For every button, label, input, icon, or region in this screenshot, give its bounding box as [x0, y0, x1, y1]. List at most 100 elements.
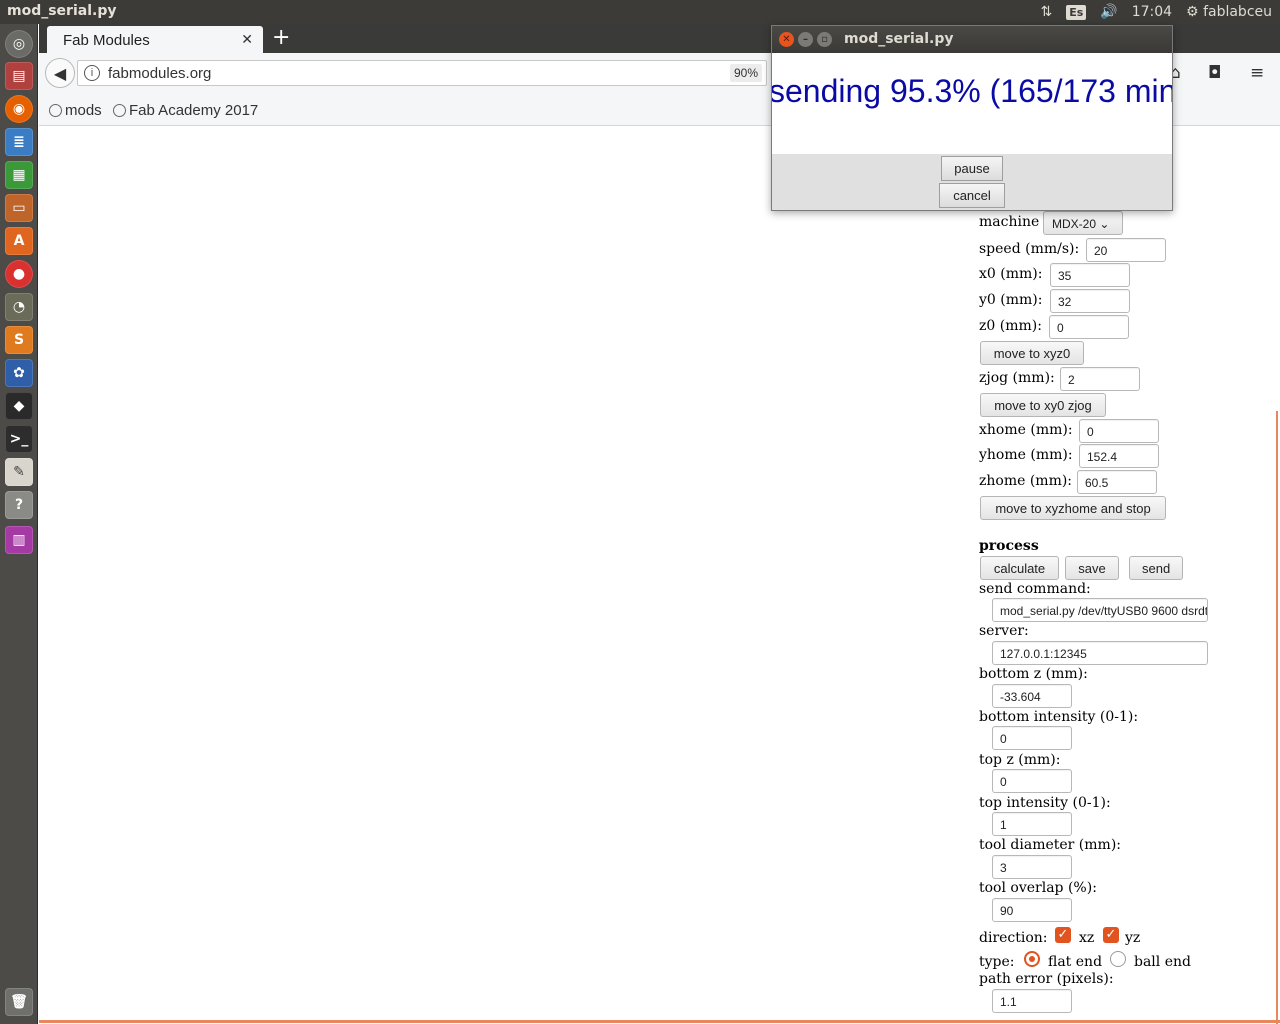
tool-diameter-input[interactable]: 3 — [992, 855, 1072, 879]
tab-title: Fab Modules — [63, 32, 150, 49]
new-tab-icon[interactable]: + — [272, 26, 290, 50]
top-intensity-input[interactable]: 1 — [992, 812, 1072, 836]
bottom-z-input[interactable]: -33.604 — [992, 684, 1072, 708]
writer-icon[interactable]: ≣ — [5, 128, 33, 156]
dash-home-icon[interactable]: ◎ — [5, 30, 33, 58]
url-text: fabmodules.org — [108, 65, 212, 82]
move-to-xyz0-button[interactable]: move to xyz0 — [980, 341, 1084, 365]
xhome-label: xhome (mm): — [979, 422, 1073, 438]
zhome-label: zhome (mm): — [979, 473, 1073, 489]
site-info-icon[interactable]: i — [84, 65, 100, 81]
machine-label: machine — [979, 214, 1040, 230]
calculate-button[interactable]: calculate — [980, 556, 1059, 580]
user-menu[interactable]: ⚙ fablabceu — [1186, 4, 1272, 20]
pause-button[interactable]: pause — [941, 156, 1003, 181]
scrollbar[interactable] — [1276, 411, 1278, 1024]
tool-diameter-label: tool diameter (mm): — [979, 837, 1122, 853]
back-arrow-icon[interactable]: ◀ — [45, 58, 75, 88]
active-app-title: mod_serial.py — [7, 3, 117, 19]
dialog-title: mod_serial.py — [844, 31, 954, 47]
volume-icon[interactable]: 🔊 — [1100, 4, 1117, 20]
firefox-icon[interactable]: ◉ — [5, 95, 33, 123]
settings-icon[interactable]: ✿ — [5, 359, 33, 387]
direction-yz-checkbox[interactable]: ✓ — [1103, 927, 1119, 943]
terminal-icon[interactable]: >_ — [5, 425, 33, 453]
path-error-label: path error (pixels): — [979, 971, 1114, 987]
close-tab-icon[interactable]: ✕ — [241, 31, 253, 48]
y0-label: y0 (mm): — [979, 292, 1043, 308]
bookmark-fab-academy[interactable]: Fab Academy 2017 — [113, 102, 258, 119]
tool-overlap-input[interactable]: 90 — [992, 898, 1072, 922]
zoom-indicator[interactable]: 90% — [729, 64, 762, 82]
send-button[interactable]: send — [1129, 556, 1183, 580]
tool-overlap-label: tool overlap (%): — [979, 880, 1097, 896]
gimp-icon[interactable]: ◔ — [5, 293, 33, 321]
direction-xz-label: xz — [1079, 930, 1095, 946]
inkscape-icon[interactable]: ◆ — [5, 392, 33, 420]
file-manager-icon[interactable]: ▤ — [5, 62, 33, 90]
workspace-switcher-icon[interactable]: ▥ — [5, 526, 33, 554]
software-center-icon[interactable]: A — [5, 227, 33, 255]
yhome-label: yhome (mm): — [979, 447, 1073, 463]
speed-label: speed (mm/s): — [979, 241, 1080, 257]
top-z-input[interactable]: 0 — [992, 769, 1072, 793]
impress-icon[interactable]: ▭ — [5, 194, 33, 222]
type-flat-end-radio[interactable] — [1024, 951, 1040, 967]
type-ball-end-radio[interactable] — [1110, 951, 1126, 967]
text-editor-icon[interactable]: ✎ — [5, 458, 33, 486]
direction-yz-label: yz — [1125, 930, 1141, 946]
type-label: type: — [979, 954, 1015, 970]
dialog-titlebar[interactable]: ✕ – ▫ mod_serial.py — [772, 26, 1172, 53]
top-z-label: top z (mm): — [979, 752, 1061, 768]
trash-icon[interactable]: 🗑 — [5, 988, 33, 1016]
sublime-icon[interactable]: S — [5, 326, 33, 354]
help-icon[interactable]: ? — [5, 491, 33, 519]
yhome-input[interactable]: 152.4 — [1079, 444, 1159, 468]
move-to-xy0-zjog-button[interactable]: move to xy0 zjog — [980, 393, 1106, 417]
page-content: machine MDX-20 ⌄ speed (mm/s): 20 x0 (mm… — [39, 127, 1280, 1024]
bookmark-mods[interactable]: mods — [49, 102, 102, 119]
cancel-button[interactable]: cancel — [939, 183, 1005, 208]
process-heading: process — [979, 538, 1039, 554]
tab-fab-modules[interactable]: Fab Modules ✕ — [47, 26, 263, 53]
bottom-intensity-label: bottom intensity (0-1): — [979, 709, 1139, 725]
zjog-input[interactable]: 2 — [1060, 367, 1140, 391]
keyboard-layout-indicator[interactable]: Es — [1066, 4, 1087, 20]
direction-label: direction: — [979, 930, 1048, 946]
top-intensity-label: top intensity (0-1): — [979, 795, 1111, 811]
y0-input[interactable]: 32 — [1050, 289, 1130, 313]
minimize-icon[interactable]: – — [798, 32, 813, 47]
machine-select[interactable]: MDX-20 ⌄ — [1043, 211, 1123, 235]
server-input[interactable]: 127.0.0.1:12345 — [992, 641, 1208, 665]
dialog-message-area: sending 95.3% (165/173 min) — [772, 53, 1172, 154]
bottom-intensity-input[interactable]: 0 — [992, 726, 1072, 750]
unity-launcher: ◎ ▤ ◉ ≣ ▦ ▭ A ● ◔ S ✿ ◆ >_ ✎ ? ▥ 🗑 — [0, 24, 38, 1024]
path-error-input[interactable]: 1.1 — [992, 989, 1072, 1013]
browser-red-icon[interactable]: ● — [5, 260, 33, 288]
url-bar[interactable]: i fabmodules.org 90% — [77, 60, 767, 86]
x0-input[interactable]: 35 — [1050, 263, 1130, 287]
move-to-home-button[interactable]: move to xyzhome and stop — [980, 496, 1166, 520]
zhome-input[interactable]: 60.5 — [1077, 470, 1157, 494]
z0-input[interactable]: 0 — [1049, 315, 1129, 339]
globe-icon — [113, 104, 126, 117]
xhome-input[interactable]: 0 — [1079, 419, 1159, 443]
network-updown-icon[interactable]: ⇅ — [1040, 4, 1052, 20]
globe-icon — [49, 104, 62, 117]
send-command-input[interactable]: mod_serial.py /dev/ttyUSB0 9600 dsrdtr — [992, 598, 1208, 622]
clock[interactable]: 17:04 — [1132, 4, 1172, 20]
calc-icon[interactable]: ▦ — [5, 161, 33, 189]
panel-indicators: ⇅ Es 🔊 17:04 ⚙ fablabceu — [1040, 0, 1272, 24]
user-name: fablabceu — [1203, 4, 1272, 20]
save-button[interactable]: save — [1065, 556, 1119, 580]
direction-xz-checkbox[interactable]: ✓ — [1055, 927, 1071, 943]
maximize-icon[interactable]: ▫ — [817, 32, 832, 47]
top-panel: mod_serial.py ⇅ Es 🔊 17:04 ⚙ fablabceu — [0, 0, 1280, 24]
pocket-icon[interactable]: ◘ — [1208, 63, 1221, 83]
speed-input[interactable]: 20 — [1086, 238, 1166, 262]
z0-label: z0 (mm): — [979, 318, 1042, 334]
hamburger-menu-icon[interactable]: ≡ — [1250, 63, 1264, 83]
page-bottom-border — [39, 1020, 1280, 1023]
close-icon[interactable]: ✕ — [779, 32, 794, 47]
server-label: server: — [979, 623, 1029, 639]
